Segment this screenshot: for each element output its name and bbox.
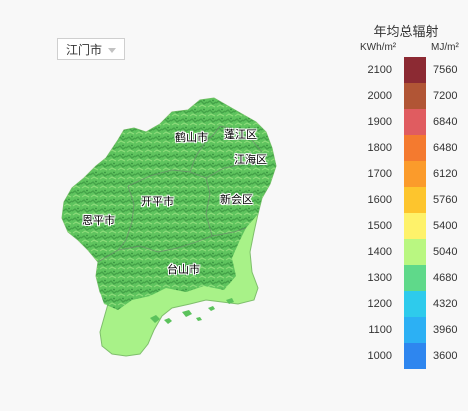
region-label-enping: 恩平市 <box>82 215 115 227</box>
legend-title: 年均总辐射 <box>373 24 439 39</box>
legend-tick-mj: 6480 <box>433 142 458 154</box>
legend-swatch <box>404 83 426 109</box>
legend-swatch <box>404 343 426 369</box>
legend-tick-kwh: 1800 <box>367 142 392 154</box>
legend-tick-mj: 3960 <box>433 324 458 336</box>
legend-swatch <box>404 265 426 291</box>
region-label-xinhui: 新会区 <box>220 194 253 206</box>
legend-swatch <box>404 291 426 317</box>
legend-tick-mj: 5400 <box>433 220 458 232</box>
legend-tick-mj: 4680 <box>433 272 458 284</box>
legend-tick-kwh: 1600 <box>367 194 392 206</box>
legend-unit-mj: MJ/m² <box>431 42 459 53</box>
legend-swatch <box>404 187 426 213</box>
legend-tick-mj: 5040 <box>433 246 458 258</box>
legend-unit-kwh: KWh/m² <box>360 42 397 53</box>
legend-tick-kwh: 1500 <box>367 220 392 232</box>
legend-tick-mj: 5760 <box>433 194 458 206</box>
region-label-kaiping: 开平市 <box>141 196 174 208</box>
legend-swatch <box>404 239 426 265</box>
legend-tick-kwh: 1700 <box>367 168 392 180</box>
legend-tick-kwh: 1300 <box>367 272 392 284</box>
legend-tick-kwh: 2100 <box>367 64 392 76</box>
legend-tick-mj: 6840 <box>433 116 458 128</box>
legend-tick-kwh: 1900 <box>367 116 392 128</box>
region-label-heshan: 鹤山市 <box>175 132 208 144</box>
legend-swatch <box>404 109 426 135</box>
legend-tick-mj: 6120 <box>433 168 458 180</box>
legend-swatch <box>404 135 426 161</box>
radiation-map: 鹤山市 蓬江区 江海区 开平市 新会区 恩平市 台山市 <box>0 0 320 406</box>
legend-swatch <box>404 161 426 187</box>
legend-tick-kwh: 1200 <box>367 298 392 310</box>
legend-tick-kwh: 1100 <box>368 324 392 336</box>
legend-tick-kwh: 2000 <box>367 90 392 102</box>
legend-tick-mj: 7200 <box>433 90 458 102</box>
legend-tick-kwh: 1400 <box>367 246 392 258</box>
legend-swatch <box>404 213 426 239</box>
legend-tick-mj: 4320 <box>433 298 458 310</box>
legend-tick-mj: 7560 <box>433 64 458 76</box>
legend-swatch <box>404 57 426 83</box>
legend-tick-mj: 3600 <box>433 350 458 362</box>
region-label-jianghai: 江海区 <box>234 154 267 166</box>
region-label-taishan: 台山市 <box>167 264 200 276</box>
region-label-pengjiang: 蓬江区 <box>224 129 257 141</box>
legend-tick-kwh: 1000 <box>367 350 392 362</box>
legend-swatch <box>404 317 426 343</box>
